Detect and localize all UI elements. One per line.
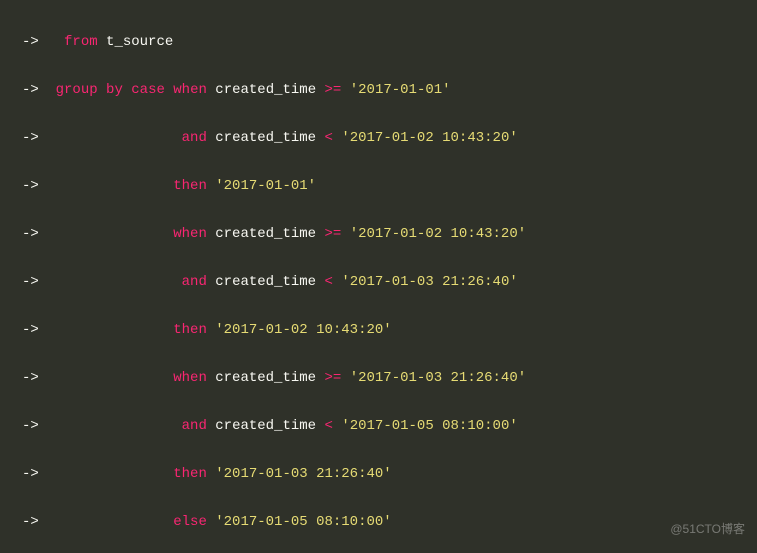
identifier: t_source <box>106 34 173 50</box>
code-line: -> then '2017-01-01' <box>0 174 757 198</box>
code-line: -> then '2017-01-02 10:43:20' <box>0 318 757 342</box>
code-line: -> else '2017-01-05 08:10:00' <box>0 510 757 534</box>
code-line: -> and created_time < '2017-01-03 21:26:… <box>0 270 757 294</box>
code-line: -> then '2017-01-03 21:26:40' <box>0 462 757 486</box>
code-line: -> when created_time >= '2017-01-03 21:2… <box>0 366 757 390</box>
keyword-from: from <box>64 34 98 50</box>
prompt: -> <box>22 34 39 50</box>
code-line: -> when created_time >= '2017-01-02 10:4… <box>0 222 757 246</box>
code-line: -> and created_time < '2017-01-02 10:43:… <box>0 126 757 150</box>
code-line: -> group by case when created_time >= '2… <box>0 78 757 102</box>
code-line: -> and created_time < '2017-01-05 08:10:… <box>0 414 757 438</box>
code-block: -> from t_source -> group by case when c… <box>0 0 757 553</box>
code-line: -> from t_source <box>0 30 757 54</box>
